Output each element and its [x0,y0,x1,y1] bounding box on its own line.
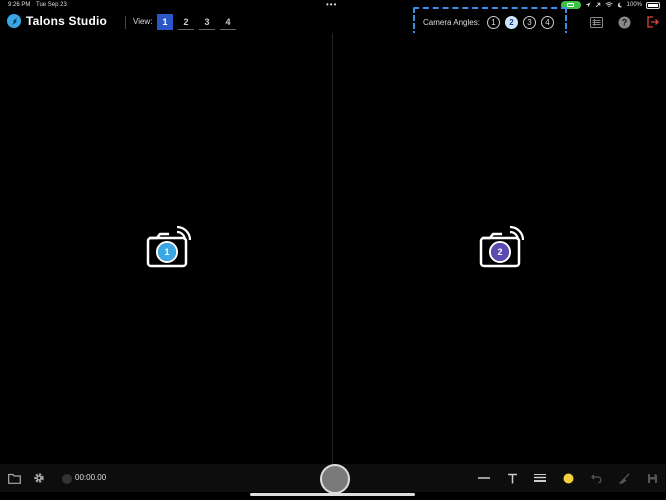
undo-icon [590,474,602,483]
save-icon [647,473,657,483]
camera-angle-button-3[interactable]: 3 [522,15,536,29]
clear-button[interactable] [615,469,633,487]
camera-number-badge: 1 [158,243,176,261]
text-icon [507,473,517,483]
camera-angles-label: Camera Angles: [423,17,480,27]
logout-icon [646,16,659,28]
folder-icon [7,473,21,484]
save-button[interactable] [643,469,661,487]
arrow-icon [595,2,600,8]
line-weight-icon [534,474,546,482]
brand: Talons Studio [7,14,107,28]
moon-icon [617,2,623,8]
view-button-4[interactable]: 4 [220,14,236,30]
color-picker-button[interactable] [559,469,577,487]
list-icon [589,16,603,28]
record-indicator-icon [62,474,72,484]
status-time: 9:26 PM [8,2,31,8]
svg-text:?: ? [621,17,627,27]
text-tool-button[interactable] [503,469,521,487]
view-button-1[interactable]: 1 [157,14,173,30]
gear-icon [34,473,44,483]
view-button-3[interactable]: 3 [199,14,215,30]
location-icon [585,2,591,8]
question-icon: ? [618,16,630,28]
line-icon [478,477,490,479]
status-date: Tue Sep 23 [36,2,67,8]
view-button-2[interactable]: 2 [178,14,194,30]
view-label: View: [133,17,153,26]
app-name: Talons Studio [26,14,108,28]
camera-pane-2[interactable]: 2 [334,33,666,464]
pane-divider [332,33,333,464]
toolbar-divider [125,16,126,29]
camera-angle-button-1[interactable]: 1 [486,15,500,29]
toolbar-actions: ? [586,13,662,31]
wifi-icon [605,2,613,7]
status-right: 100% [560,1,660,9]
exit-button[interactable] [642,13,662,31]
wireless-camera-icon[interactable]: 2 [478,225,525,268]
broom-icon [618,473,629,484]
top-toolbar: Talons Studio View: 1 2 3 4 Camera Angle… [0,7,666,37]
home-indicator[interactable] [250,493,415,496]
help-button[interactable]: ? [614,13,634,31]
battery-icon [646,1,660,9]
battery-percent: 100% [626,2,642,8]
talons-logo-icon [7,14,21,28]
folder-button[interactable] [5,469,23,487]
line-tool-button[interactable] [475,469,493,487]
view-selector: 1 2 3 4 [157,14,236,30]
capture-button[interactable] [320,464,350,494]
undo-button[interactable] [587,469,605,487]
camera-angle-button-2[interactable]: 2 [504,15,518,29]
camera-angle-button-4[interactable]: 4 [540,15,554,29]
line-weight-button[interactable] [531,469,549,487]
recording-timer: 00:00.00 [75,473,107,482]
yellow-color-swatch-icon [563,473,573,483]
camera-pane-1[interactable]: 1 [0,33,332,464]
multitasking-dots[interactable]: ••• [326,0,337,9]
settings-button[interactable] [30,469,48,487]
list-button[interactable] [586,13,606,31]
camera-number-badge: 2 [491,243,509,261]
wireless-camera-icon[interactable]: 1 [145,225,192,268]
